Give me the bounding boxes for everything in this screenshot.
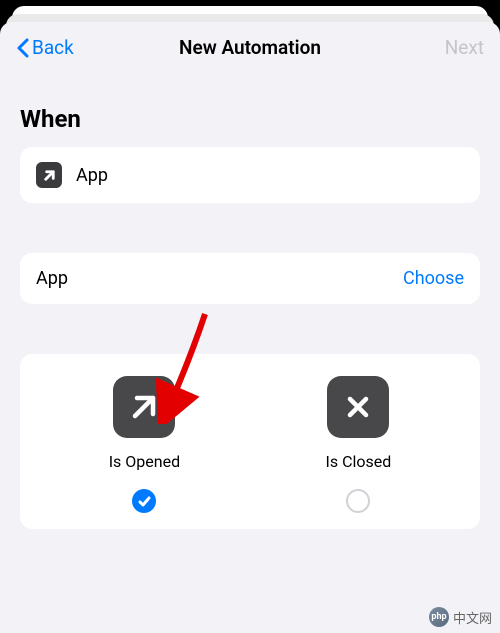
option-opened-label: Is Opened bbox=[109, 452, 180, 471]
app-selector-label: App bbox=[36, 268, 68, 289]
open-arrow-icon bbox=[113, 376, 175, 438]
watermark: php 中文网 bbox=[429, 607, 492, 627]
trigger-app-card[interactable]: App bbox=[20, 147, 480, 203]
back-button[interactable]: Back bbox=[16, 36, 74, 59]
chevron-left-icon bbox=[16, 37, 30, 59]
open-app-icon bbox=[36, 162, 62, 188]
radio-opened[interactable] bbox=[132, 489, 156, 513]
option-closed-label: Is Closed bbox=[326, 452, 392, 471]
radio-closed[interactable] bbox=[346, 489, 370, 513]
choose-button[interactable]: Choose bbox=[403, 268, 464, 289]
option-is-closed[interactable]: Is Closed bbox=[326, 376, 392, 513]
main-sheet: Back New Automation Next When App App Ch… bbox=[0, 22, 500, 633]
navigation-bar: Back New Automation Next bbox=[0, 22, 500, 73]
close-x-icon bbox=[327, 376, 389, 438]
open-close-options: Is Opened Is Closed bbox=[20, 354, 480, 529]
checkmark-icon bbox=[138, 495, 151, 508]
trigger-app-label: App bbox=[76, 165, 108, 186]
back-label: Back bbox=[32, 36, 74, 59]
content-area: When App App Choose bbox=[0, 73, 500, 529]
watermark-icon: php bbox=[429, 607, 449, 627]
next-button[interactable]: Next bbox=[445, 36, 484, 59]
watermark-text: 中文网 bbox=[453, 608, 492, 627]
app-selector-row[interactable]: App Choose bbox=[20, 253, 480, 304]
option-is-opened[interactable]: Is Opened bbox=[109, 376, 180, 513]
section-header: When bbox=[20, 105, 480, 133]
page-title: New Automation bbox=[179, 36, 321, 59]
